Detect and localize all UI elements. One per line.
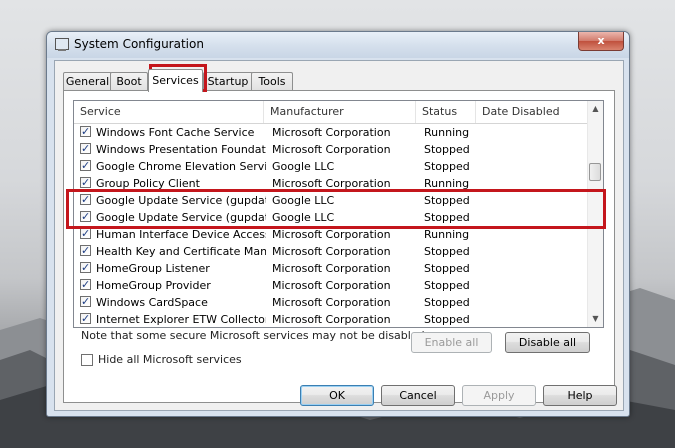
service-checkbox[interactable] <box>80 279 91 290</box>
service-checkbox[interactable] <box>80 313 91 324</box>
tab-general[interactable]: General <box>63 72 112 91</box>
secure-services-note: Note that some secure Microsoft services… <box>81 329 429 342</box>
service-checkbox[interactable] <box>80 262 91 273</box>
scroll-down-arrow-icon[interactable]: ▼ <box>588 311 603 327</box>
service-status: Stopped <box>424 313 470 326</box>
table-row[interactable]: Google Chrome Elevation Servic... Google … <box>74 158 588 175</box>
column-header-status[interactable]: Status <box>416 101 476 123</box>
service-name: Windows Font Cache Service <box>96 126 255 139</box>
service-checkbox[interactable] <box>80 245 91 256</box>
tab-startup[interactable]: Startup <box>203 72 253 91</box>
apply-button[interactable]: Apply <box>462 385 536 406</box>
column-header-date-disabled[interactable]: Date Disabled <box>476 101 588 123</box>
service-manufacturer: Microsoft Corporation <box>272 313 391 326</box>
help-button[interactable]: Help <box>543 385 617 406</box>
scroll-up-arrow-icon[interactable]: ▲ <box>588 101 603 117</box>
service-status: Stopped <box>424 245 470 258</box>
table-row[interactable]: HomeGroup Listener Microsoft Corporation S… <box>74 260 588 277</box>
service-manufacturer: Microsoft Corporation <box>272 296 391 309</box>
disable-all-button[interactable]: Disable all <box>505 332 590 353</box>
service-name: Windows Presentation Foundati... <box>96 143 266 156</box>
service-manufacturer: Microsoft Corporation <box>272 143 391 156</box>
tab-boot[interactable]: Boot <box>110 72 148 91</box>
service-checkbox[interactable] <box>80 228 91 239</box>
list-header: Service Manufacturer Status Date Disable… <box>74 101 588 124</box>
service-checkbox[interactable] <box>80 177 91 188</box>
tab-services[interactable]: Services <box>148 69 203 92</box>
service-name: Internet Explorer ETW Collector ... <box>96 313 266 326</box>
table-row[interactable]: Windows Font Cache Service Microsoft Corp… <box>74 124 588 141</box>
service-status: Stopped <box>424 143 470 156</box>
msconfig-icon <box>55 38 69 51</box>
service-manufacturer: Microsoft Corporation <box>272 245 391 258</box>
table-row[interactable]: HomeGroup Provider Microsoft Corporation S… <box>74 277 588 294</box>
column-header-service[interactable]: Service <box>74 101 264 123</box>
table-row[interactable]: Windows CardSpace Microsoft Corporation St… <box>74 294 588 311</box>
service-manufacturer: Microsoft Corporation <box>272 262 391 275</box>
service-checkbox[interactable] <box>80 143 91 154</box>
service-name: HomeGroup Listener <box>96 262 210 275</box>
service-manufacturer: Microsoft Corporation <box>272 126 391 139</box>
table-row[interactable]: Windows Presentation Foundati... Microsof… <box>74 141 588 158</box>
ok-button[interactable]: OK <box>300 385 374 406</box>
service-checkbox[interactable] <box>80 126 91 137</box>
tab-tools[interactable]: Tools <box>251 72 293 91</box>
service-manufacturer: Microsoft Corporation <box>272 279 391 292</box>
scrollbar-thumb[interactable] <box>589 163 601 181</box>
column-header-manufacturer[interactable]: Manufacturer <box>264 101 416 123</box>
service-name: Health Key and Certificate Mana... <box>96 245 266 258</box>
enable-all-button[interactable]: Enable all <box>411 332 492 353</box>
service-status: Running <box>424 126 470 139</box>
title-bar[interactable]: System Configuration x <box>47 32 629 58</box>
hide-microsoft-services-label: Hide all Microsoft services <box>98 353 242 366</box>
hide-microsoft-services-checkbox[interactable] <box>81 354 93 366</box>
table-row[interactable]: Health Key and Certificate Mana... Micros… <box>74 243 588 260</box>
service-checkbox[interactable] <box>80 160 91 171</box>
service-status: Stopped <box>424 262 470 275</box>
service-checkbox[interactable] <box>80 296 91 307</box>
service-name: HomeGroup Provider <box>96 279 211 292</box>
service-manufacturer: Google LLC <box>272 160 335 173</box>
service-status: Stopped <box>424 296 470 309</box>
google-update-rows-highlight <box>66 189 606 229</box>
close-button[interactable]: x <box>578 32 624 51</box>
services-panel: Service Manufacturer Status Date Disable… <box>63 90 615 403</box>
service-name: Windows CardSpace <box>96 296 208 309</box>
window-title: System Configuration <box>74 37 204 51</box>
service-name: Google Chrome Elevation Servic... <box>96 160 266 173</box>
service-status: Stopped <box>424 279 470 292</box>
table-row[interactable]: Internet Explorer ETW Collector ... Micro… <box>74 311 588 327</box>
dialog-client-area: General Boot Services Startup Tools Serv… <box>54 60 624 411</box>
cancel-button[interactable]: Cancel <box>381 385 455 406</box>
service-status: Stopped <box>424 160 470 173</box>
